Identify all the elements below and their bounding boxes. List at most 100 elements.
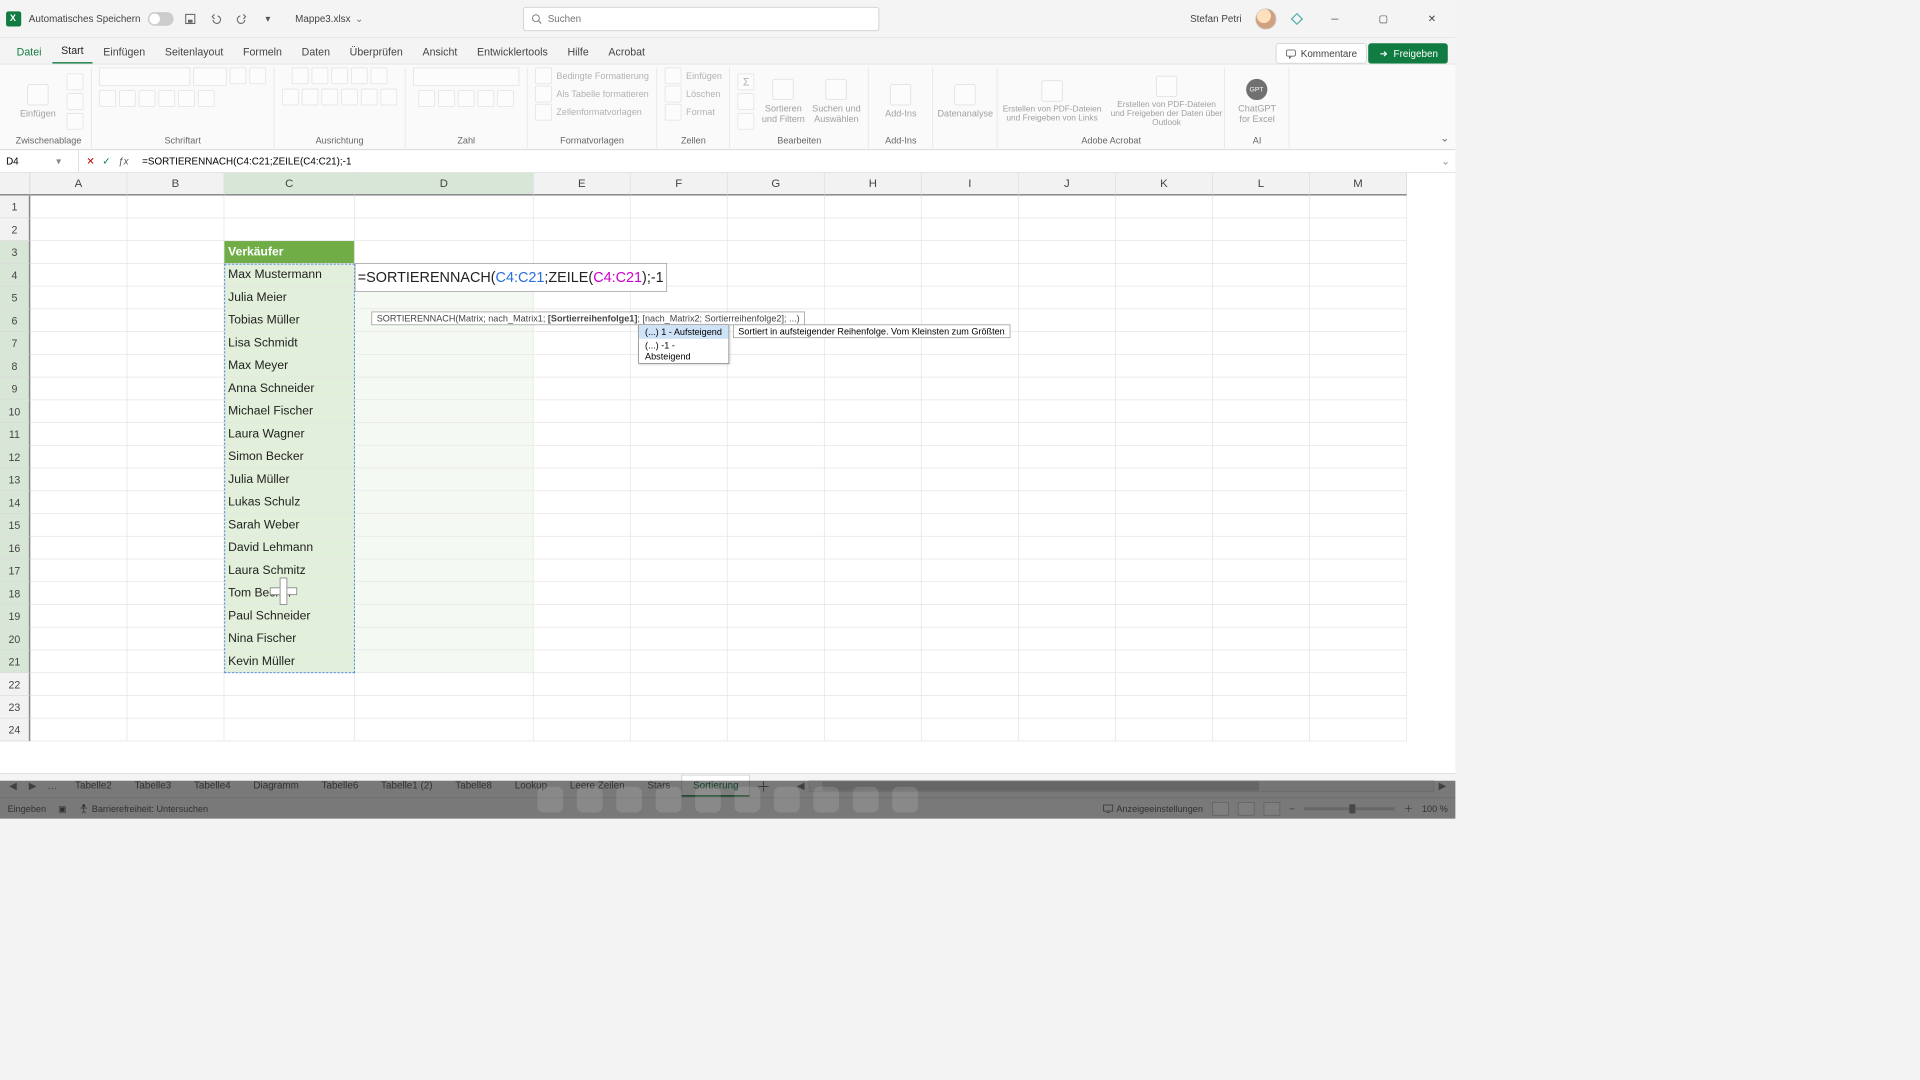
cell-E10[interactable] — [534, 400, 631, 423]
cell-M16[interactable] — [1310, 537, 1407, 560]
tab-page-layout[interactable]: Seitenlayout — [156, 41, 233, 64]
cell-H11[interactable] — [825, 423, 922, 446]
cell-K16[interactable] — [1116, 537, 1213, 560]
cell-D11[interactable] — [355, 423, 534, 446]
cell-I4[interactable] — [922, 264, 1019, 287]
cell-A7[interactable] — [30, 332, 127, 355]
fill-icon[interactable] — [738, 93, 755, 110]
in-cell-formula-editor[interactable]: =SORTIERENNACH(C4:C21;ZEILE(C4:C21);-1 — [355, 263, 667, 292]
cell-K7[interactable] — [1116, 332, 1213, 355]
row-header-3[interactable]: 3 — [0, 241, 30, 264]
wrap-text-icon[interactable] — [371, 67, 388, 84]
cell-E18[interactable] — [534, 582, 631, 605]
tab-review[interactable]: Überprüfen — [341, 41, 412, 64]
cell-M10[interactable] — [1310, 400, 1407, 423]
cell-H18[interactable] — [825, 582, 922, 605]
tab-insert[interactable]: Einfügen — [94, 41, 154, 64]
cell-D10[interactable] — [355, 400, 534, 423]
cell-A22[interactable] — [30, 673, 127, 696]
format-as-table-icon[interactable] — [535, 86, 552, 103]
cell-F11[interactable] — [631, 423, 728, 446]
cell-G22[interactable] — [728, 673, 825, 696]
cell-L18[interactable] — [1213, 582, 1310, 605]
row-header-22[interactable]: 22 — [0, 673, 30, 696]
cell-K19[interactable] — [1116, 605, 1213, 628]
cell-G23[interactable] — [728, 696, 825, 719]
cell-K14[interactable] — [1116, 491, 1213, 514]
align-left-icon[interactable] — [282, 89, 299, 106]
cell-I5[interactable] — [922, 287, 1019, 310]
cell-K20[interactable] — [1116, 628, 1213, 651]
cell-E7[interactable] — [534, 332, 631, 355]
user-name[interactable]: Stefan Petri — [1190, 13, 1241, 24]
cell-H10[interactable] — [825, 400, 922, 423]
cell-K5[interactable] — [1116, 287, 1213, 310]
cell-F21[interactable] — [631, 650, 728, 673]
cell-I2[interactable] — [922, 218, 1019, 241]
cell-M3[interactable] — [1310, 241, 1407, 264]
cell-B16[interactable] — [127, 537, 224, 560]
col-header-B[interactable]: B — [127, 173, 224, 196]
cell-M5[interactable] — [1310, 287, 1407, 310]
cell-I12[interactable] — [922, 446, 1019, 469]
cell-styles-icon[interactable] — [535, 104, 552, 121]
shrink-font-icon[interactable] — [249, 67, 266, 84]
cell-A18[interactable] — [30, 582, 127, 605]
cell-L10[interactable] — [1213, 400, 1310, 423]
cell-F2[interactable] — [631, 218, 728, 241]
cell-B15[interactable] — [127, 514, 224, 537]
cell-C7[interactable]: Lisa Schmidt — [224, 332, 354, 355]
cell-D15[interactable] — [355, 514, 534, 537]
cell-E9[interactable] — [534, 377, 631, 400]
cell-D12[interactable] — [355, 446, 534, 469]
tab-developer[interactable]: Entwicklertools — [468, 41, 557, 64]
cell-G10[interactable] — [728, 400, 825, 423]
cell-I19[interactable] — [922, 605, 1019, 628]
cell-G1[interactable] — [728, 196, 825, 219]
cell-L13[interactable] — [1213, 468, 1310, 491]
cell-L9[interactable] — [1213, 377, 1310, 400]
row-header-9[interactable]: 9 — [0, 377, 30, 400]
cell-L2[interactable] — [1213, 218, 1310, 241]
merge-icon[interactable] — [381, 89, 398, 106]
cell-F18[interactable] — [631, 582, 728, 605]
cell-A20[interactable] — [30, 628, 127, 651]
cell-H3[interactable] — [825, 241, 922, 264]
cell-C21[interactable]: Kevin Müller — [224, 650, 354, 673]
indent-inc-icon[interactable] — [361, 89, 378, 106]
share-button[interactable]: Freigeben — [1369, 43, 1448, 63]
cell-I8[interactable] — [922, 355, 1019, 378]
cell-A19[interactable] — [30, 605, 127, 628]
cell-G15[interactable] — [728, 514, 825, 537]
cell-B10[interactable] — [127, 400, 224, 423]
cell-K11[interactable] — [1116, 423, 1213, 446]
cell-G4[interactable] — [728, 264, 825, 287]
cell-D19[interactable] — [355, 605, 534, 628]
cell-C14[interactable]: Lukas Schulz — [224, 491, 354, 514]
cell-H5[interactable] — [825, 287, 922, 310]
cell-I15[interactable] — [922, 514, 1019, 537]
file-name[interactable]: Mappe3.xlsx ⌄ — [295, 13, 363, 25]
col-header-K[interactable]: K — [1116, 173, 1213, 196]
cell-J19[interactable] — [1019, 605, 1116, 628]
cell-A13[interactable] — [30, 468, 127, 491]
row-header-19[interactable]: 19 — [0, 605, 30, 628]
cell-M11[interactable] — [1310, 423, 1407, 446]
cell-J13[interactable] — [1019, 468, 1116, 491]
cell-G13[interactable] — [728, 468, 825, 491]
underline-icon[interactable] — [139, 90, 156, 107]
tab-formulas[interactable]: Formeln — [234, 41, 291, 64]
dropdown-option-ascending[interactable]: (...) 1 - Aufsteigend — [639, 325, 728, 339]
number-format-select[interactable] — [413, 67, 519, 85]
cell-J3[interactable] — [1019, 241, 1116, 264]
cell-B23[interactable] — [127, 696, 224, 719]
cell-I10[interactable] — [922, 400, 1019, 423]
cell-C15[interactable]: Sarah Weber — [224, 514, 354, 537]
cell-C18[interactable]: Tom Becker — [224, 582, 354, 605]
cell-I20[interactable] — [922, 628, 1019, 651]
cell-B3[interactable] — [127, 241, 224, 264]
cell-F10[interactable] — [631, 400, 728, 423]
cell-F3[interactable] — [631, 241, 728, 264]
col-header-F[interactable]: F — [631, 173, 728, 196]
tab-file[interactable]: Datei — [8, 41, 51, 64]
